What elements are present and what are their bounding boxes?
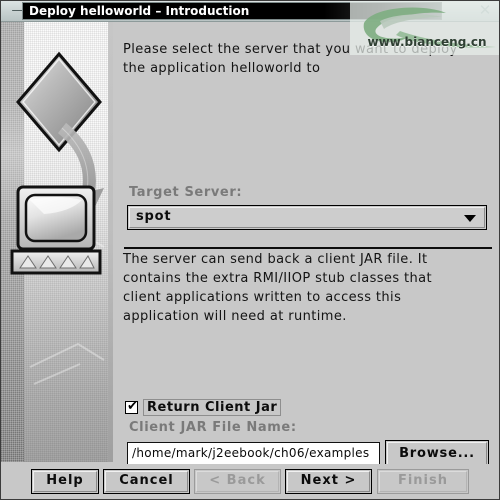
target-server-value: spot (136, 209, 172, 224)
target-server-label: Target Server: (129, 185, 243, 200)
wizard-sidebar-graphic (0, 22, 113, 462)
back-button-label: < Back (209, 473, 266, 488)
wizard-content-panel: Please select the server that you want t… (113, 22, 500, 468)
window-title-plate: Deploy helloworld – Introduction (22, 2, 442, 20)
close-glyph: ✕ (478, 1, 492, 19)
cancel-button-label: Cancel (119, 473, 174, 488)
wizard-button-bar: Help Cancel < Back Next > Finish (0, 464, 500, 500)
return-client-jar-label: Return Client Jar (143, 399, 282, 416)
window-title: Deploy helloworld – Introduction (29, 4, 250, 18)
finish-button: Finish (377, 469, 469, 494)
wizard-body: Please select the server that you want t… (0, 22, 500, 468)
check-icon: ✔ (127, 399, 138, 414)
finish-button-label: Finish (397, 473, 449, 488)
chevron-down-icon[interactable] (464, 215, 476, 222)
intro-instruction-text: Please select the server that you want t… (123, 42, 458, 76)
browse-button-label: Browse... (399, 446, 475, 461)
close-icon[interactable]: ✕ (476, 1, 494, 19)
client-jar-path-input[interactable]: /home/mark/j2eebook/ch06/examples (127, 442, 380, 466)
return-client-jar-checkbox[interactable]: ✔ (125, 399, 138, 414)
deploy-wizard-window: — Deploy helloworld – Introduction ✕ Ple… (0, 0, 500, 500)
client-jar-description: The server can send back a client JAR fi… (123, 252, 433, 324)
cancel-button[interactable]: Cancel (103, 469, 190, 494)
client-jar-path-value: /home/mark/j2eebook/ch06/examples (132, 446, 370, 460)
computer-monitor-icon (10, 185, 102, 275)
client-jar-file-name-label: Client JAR File Name: (129, 420, 297, 435)
next-button[interactable]: Next > (285, 469, 372, 494)
back-button: < Back (194, 469, 281, 494)
sidebar-illustration (10, 51, 105, 385)
help-button-label: Help (46, 473, 84, 488)
section-separator (124, 247, 492, 249)
diamond-shape-icon (16, 51, 102, 153)
window-titlebar: — Deploy helloworld – Introduction ✕ (0, 0, 500, 22)
help-button[interactable]: Help (31, 469, 99, 494)
combobox-inner (129, 207, 485, 228)
next-button-label: Next > (300, 473, 357, 488)
target-server-combobox[interactable]: spot (127, 205, 487, 230)
